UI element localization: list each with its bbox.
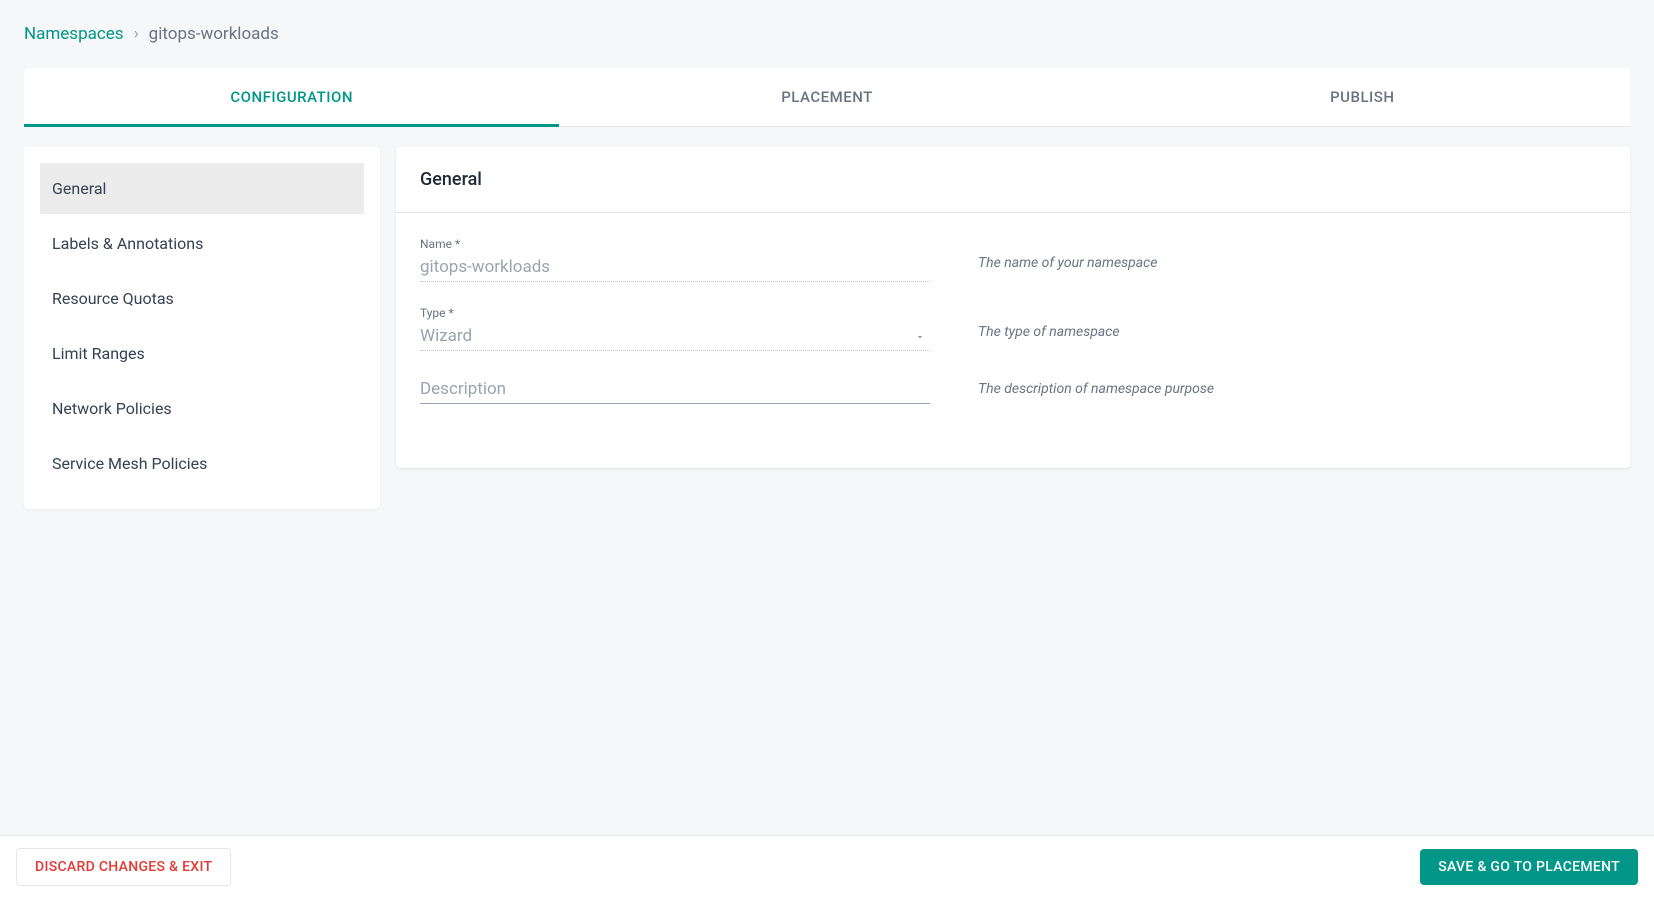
description-hint: The description of namespace purpose — [978, 375, 1214, 397]
name-field-group: Name * gitops-workloads — [420, 237, 930, 282]
name-label: Name * — [420, 237, 930, 251]
description-input[interactable] — [420, 375, 930, 404]
sidebar-item-resource-quotas[interactable]: Resource Quotas — [40, 273, 364, 324]
tab-configuration[interactable]: CONFIGURATION — [24, 68, 559, 126]
breadcrumb-link-namespaces[interactable]: Namespaces — [24, 24, 124, 44]
top-tabs: CONFIGURATION PLACEMENT PUBLISH — [24, 68, 1630, 127]
breadcrumb-current: gitops-workloads — [149, 24, 279, 44]
sidebar-item-network-policies[interactable]: Network Policies — [40, 383, 364, 434]
panel-title: General — [396, 147, 1630, 213]
type-label: Type * — [420, 306, 930, 320]
general-panel: General Name * gitops-workloads The name… — [396, 147, 1630, 468]
tab-placement[interactable]: PLACEMENT — [559, 68, 1094, 126]
description-field-group — [420, 375, 930, 404]
type-hint: The type of namespace — [978, 306, 1120, 340]
breadcrumb: Namespaces › gitops-workloads — [24, 24, 1630, 44]
config-sidebar: General Labels & Annotations Resource Qu… — [24, 147, 380, 509]
sidebar-item-service-mesh[interactable]: Service Mesh Policies — [40, 438, 364, 489]
name-hint: The name of your namespace — [978, 237, 1157, 271]
sidebar-item-limit-ranges[interactable]: Limit Ranges — [40, 328, 364, 379]
type-field-group: Type * Wizard — [420, 306, 930, 351]
sidebar-item-labels[interactable]: Labels & Annotations — [40, 218, 364, 269]
breadcrumb-separator: › — [134, 24, 139, 44]
discard-button[interactable]: DISCARD CHANGES & EXIT — [16, 848, 231, 886]
tab-publish[interactable]: PUBLISH — [1095, 68, 1630, 126]
footer-bar: DISCARD CHANGES & EXIT SAVE & GO TO PLAC… — [0, 835, 1654, 898]
type-select[interactable]: Wizard — [420, 322, 930, 351]
sidebar-item-general[interactable]: General — [40, 163, 364, 214]
name-input[interactable]: gitops-workloads — [420, 253, 930, 282]
save-button[interactable]: SAVE & GO TO PLACEMENT — [1420, 849, 1638, 885]
